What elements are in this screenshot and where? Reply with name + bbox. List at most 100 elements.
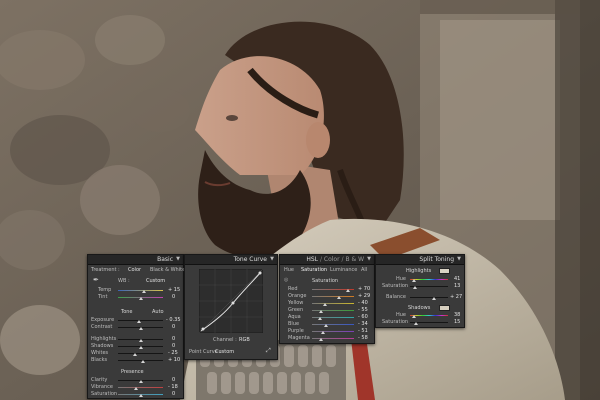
st-hl_hue-slider-knob[interactable] <box>412 279 417 282</box>
edit-curve-icon[interactable]: ⤢ <box>266 348 271 354</box>
whites-value[interactable]: - 25 <box>168 350 178 356</box>
contrast-value[interactable]: 0 <box>172 324 175 330</box>
clarity-slider-knob[interactable] <box>138 380 143 383</box>
collapse-triangle-icon[interactable]: ▼ <box>176 255 180 264</box>
highlight-color-swatch[interactable] <box>439 268 450 274</box>
tab-luminance[interactable]: Luminance <box>330 267 357 273</box>
st-balance-slider-knob[interactable] <box>432 297 437 300</box>
split-toning-panel: Split Toning ▼ Highlights Hue 41 Saturat… <box>375 254 465 328</box>
collapse-triangle-icon[interactable]: ▼ <box>457 255 461 264</box>
st-hl-hue-value[interactable]: 41 <box>454 276 460 282</box>
st-sh-hue-value[interactable]: 38 <box>454 312 460 318</box>
saturation-label: Saturation <box>91 391 118 397</box>
st-hl-saturation-value[interactable]: 13 <box>454 283 460 289</box>
exposure-slider-knob[interactable] <box>136 320 141 323</box>
saturation-value[interactable]: 0 <box>172 391 175 397</box>
hsl-panel-header[interactable]: HSL / Color / B & W ▼ <box>280 255 374 265</box>
tone-curve-header[interactable]: Tone Curve ▼ <box>185 255 277 265</box>
channel-select[interactable]: RGB <box>239 337 250 343</box>
hsl-green-value[interactable]: - 55 <box>358 307 368 313</box>
highlights-label: Highlights <box>91 336 117 342</box>
saturation-slider-knob[interactable] <box>138 394 143 397</box>
highlights-slider-knob[interactable] <box>138 339 143 342</box>
tone-curve-panel: Tone Curve ▼ Channel : RGB Point Curve :… <box>184 254 278 360</box>
hsl-purple-value[interactable]: - 51 <box>358 328 368 334</box>
point-curve-select[interactable]: Custom <box>215 349 234 355</box>
basic-panel: Basic ▼ Treatment : Color Black & White … <box>87 254 185 399</box>
collapse-triangle-icon[interactable]: ▼ <box>270 255 274 264</box>
whites-slider-knob[interactable] <box>133 353 138 356</box>
hsl-blue-value[interactable]: - 34 <box>358 321 368 327</box>
presence-label: Presence <box>121 369 144 375</box>
title-separator: / <box>341 256 344 263</box>
hsl-magenta-value[interactable]: - 58 <box>358 335 368 341</box>
treatment-bw-option[interactable]: Black & White <box>150 267 185 273</box>
st-balance-slider[interactable] <box>410 297 448 298</box>
exposure-label: Exposure <box>91 317 115 323</box>
hsl-yellow-slider[interactable] <box>312 303 354 304</box>
hsl-blue-slider[interactable] <box>312 324 354 325</box>
treatment-color-option[interactable]: Color <box>128 267 141 273</box>
wb-select[interactable]: Custom <box>146 278 165 284</box>
shadows-value[interactable]: 0 <box>172 343 175 349</box>
wb-label: WB : <box>118 278 130 284</box>
shadows-slider-knob[interactable] <box>138 346 143 349</box>
hsl-section-label: Saturation <box>312 278 339 284</box>
hsl-orange-slider[interactable] <box>312 296 354 297</box>
whites-label: Whites <box>91 350 109 356</box>
hsl-yellow-slider-knob[interactable] <box>322 303 327 306</box>
clarity-value[interactable]: 0 <box>172 377 175 383</box>
white-balance-eyedropper-icon[interactable]: ✒ <box>93 277 99 284</box>
tone-curve-title: Tone Curve <box>233 256 267 263</box>
bw-title[interactable]: B & W <box>345 256 364 263</box>
hsl-purple-slider[interactable] <box>312 331 354 332</box>
hsl-green-slider-knob[interactable] <box>319 310 324 313</box>
st-sh_hue-slider-knob[interactable] <box>412 315 417 318</box>
tone-curve-graph[interactable] <box>199 269 263 333</box>
color-title[interactable]: Color <box>324 256 340 263</box>
temp-slider[interactable] <box>118 290 163 291</box>
hsl-aqua-label: Aqua <box>288 314 301 320</box>
hsl-orange-slider-knob[interactable] <box>337 296 342 299</box>
auto-tone-button[interactable]: Auto <box>152 309 164 315</box>
vibrance-label: Vibrance <box>91 384 113 390</box>
hsl-magenta-slider-knob[interactable] <box>318 338 323 341</box>
tint-value[interactable]: 0 <box>172 294 175 300</box>
hsl-orange-label: Orange <box>288 293 307 299</box>
whites-slider[interactable] <box>118 353 163 354</box>
st-sh-saturation-value[interactable]: 15 <box>454 319 460 325</box>
hsl-blue-slider-knob[interactable] <box>323 324 328 327</box>
tab-hue[interactable]: Hue <box>284 267 294 273</box>
contrast-slider-knob[interactable] <box>138 327 143 330</box>
st-sh_sat-slider-knob[interactable] <box>413 322 418 325</box>
hsl-purple-slider-knob[interactable] <box>320 331 325 334</box>
vibrance-value[interactable]: - 18 <box>168 384 178 390</box>
vibrance-slider-knob[interactable] <box>134 387 139 390</box>
collapse-triangle-icon[interactable]: ▼ <box>367 255 371 264</box>
blacks-slider-knob[interactable] <box>140 360 145 363</box>
basic-panel-header[interactable]: Basic ▼ <box>88 255 183 265</box>
st-hl_sat-slider-knob[interactable] <box>412 286 417 289</box>
shadow-color-swatch[interactable] <box>439 305 450 311</box>
vibrance-slider[interactable] <box>118 387 163 388</box>
hsl-orange-value[interactable]: + 29 <box>358 293 370 299</box>
temp-value[interactable]: + 15 <box>168 287 180 293</box>
tint-slider-knob[interactable] <box>138 297 143 300</box>
hsl-yellow-value[interactable]: - 40 <box>358 300 368 306</box>
tab-saturation[interactable]: Saturation <box>301 267 327 273</box>
target-adjust-icon[interactable]: ◎ <box>284 277 288 283</box>
exposure-value[interactable]: - 0.35 <box>166 317 181 323</box>
hsl-title[interactable]: HSL <box>306 256 318 263</box>
highlights-value[interactable]: 0 <box>172 336 175 342</box>
st-balance-value[interactable]: + 27 <box>450 294 462 300</box>
blacks-value[interactable]: + 10 <box>168 357 180 363</box>
st-hl-saturation-label: Saturation <box>382 283 409 289</box>
split-toning-header[interactable]: Split Toning ▼ <box>376 255 464 265</box>
tab-all[interactable]: All <box>361 267 367 273</box>
st-sh-hue-label: Hue <box>396 312 407 318</box>
hsl-aqua-value[interactable]: - 60 <box>358 314 368 320</box>
hsl-red-value[interactable]: + 70 <box>358 286 370 292</box>
temp-slider-knob[interactable] <box>141 290 146 293</box>
hsl-aqua-slider-knob[interactable] <box>318 317 323 320</box>
hsl-red-slider-knob[interactable] <box>345 289 350 292</box>
